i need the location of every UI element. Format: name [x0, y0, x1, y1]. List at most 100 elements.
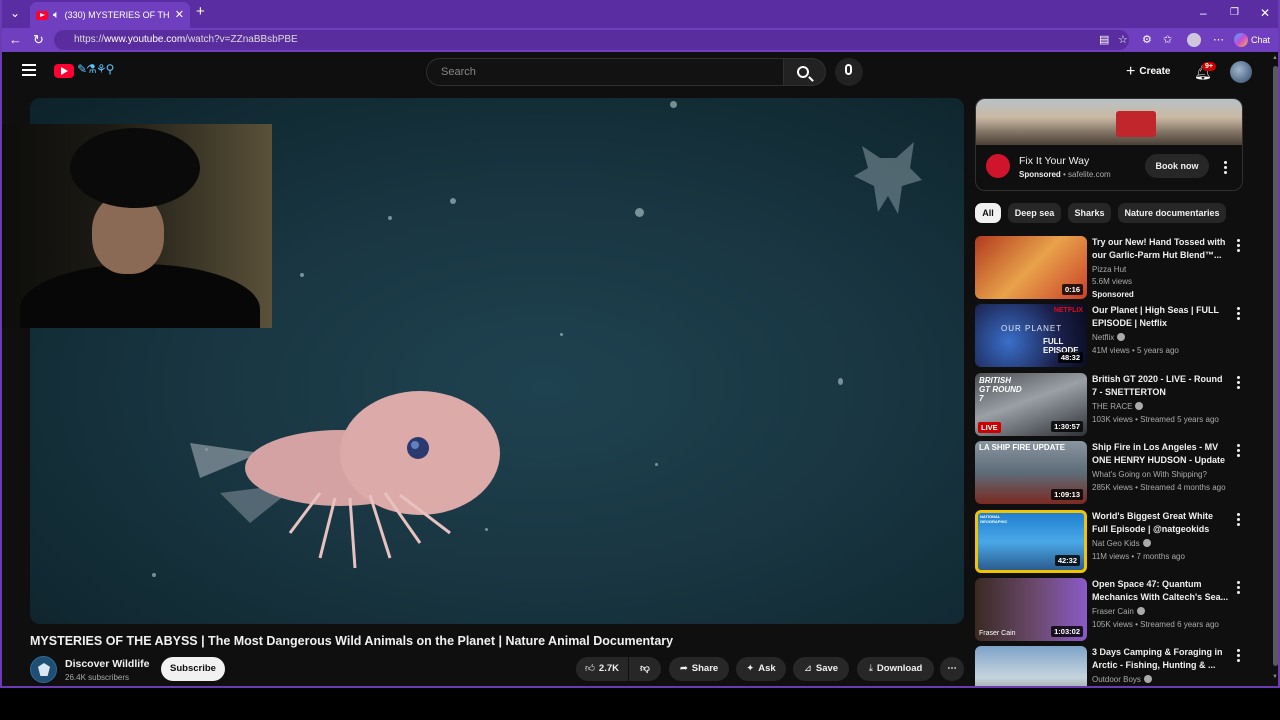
tab-youtube[interactable]: 🔈︎ (330) MYSTERIES OF THE ABYS ✕: [30, 2, 190, 28]
create-label: Create: [1139, 66, 1171, 77]
like-button[interactable]: 👍︎ 2.7K: [576, 657, 628, 681]
search-input[interactable]: Search: [426, 58, 784, 86]
recommendation-item[interactable]: NETFLIX OUR PLANET FULL EPISODE 48:32 Ou…: [975, 304, 1247, 368]
recommendation-title[interactable]: Try our New! Hand Tossed with our Garlic…: [1092, 236, 1230, 262]
share-button[interactable]: ➦ Share: [669, 657, 729, 681]
speaker-icon[interactable]: 🔈︎: [53, 9, 60, 21]
chip-deep-sea[interactable]: Deep sea: [1008, 203, 1061, 223]
youtube-favicon-icon: [36, 10, 48, 20]
chip-all[interactable]: All: [975, 203, 1001, 223]
recommendation-channel[interactable]: Netflix: [1092, 333, 1126, 342]
recommendation-thumbnail[interactable]: LA SHIP FIRE UPDATE 1:09:13: [975, 441, 1087, 504]
dislike-button[interactable]: 👎︎: [629, 657, 661, 681]
account-avatar[interactable]: [1230, 61, 1252, 83]
voice-search-button[interactable]: [835, 58, 863, 86]
plus-icon: +: [1126, 63, 1136, 80]
new-tab-icon[interactable]: +: [196, 3, 205, 21]
ad-banner-image[interactable]: [976, 99, 1242, 145]
recommendation-more-icon[interactable]: [1237, 376, 1241, 391]
recommendation-more-icon[interactable]: [1237, 513, 1241, 528]
scrollbar-thumb[interactable]: [1273, 66, 1278, 666]
channel-subscribers: 26.4K subscribers: [65, 673, 130, 682]
recommendation-more-icon[interactable]: [1237, 581, 1241, 596]
recommendation-item[interactable]: NATIONAL GEOGRAPHIC 42:32 World's Bigges…: [975, 510, 1247, 574]
reload-icon[interactable]: ↻: [33, 31, 44, 49]
ad-title[interactable]: Fix It Your Way: [1019, 155, 1089, 167]
reader-view-icon[interactable]: ▤: [1099, 32, 1109, 48]
close-tab-icon[interactable]: ✕: [175, 9, 184, 21]
recommendation-meta: 103K views • Streamed 5 years ago: [1092, 415, 1219, 424]
ask-button[interactable]: ✦ Ask: [736, 657, 786, 681]
recommendation-more-icon[interactable]: [1237, 239, 1241, 254]
recommendation-channel[interactable]: THE RACE: [1092, 402, 1144, 411]
recommendation-more-icon[interactable]: [1237, 649, 1241, 664]
recommendation-channel[interactable]: Pizza Hut: [1092, 265, 1126, 274]
collections-icon[interactable]: ✩: [1163, 32, 1172, 48]
person-hair: [70, 128, 200, 208]
chip-sharks[interactable]: Sharks: [1068, 203, 1111, 223]
recommendation-title[interactable]: 3 Days Camping & Foraging in Arctic - Fi…: [1092, 646, 1230, 672]
url-path: /watch?v=ZZnaBBsbPBE: [185, 34, 298, 45]
recommendation-title[interactable]: British GT 2020 - LIVE - Round 7 - SNETT…: [1092, 373, 1230, 399]
download-button[interactable]: ⤓ Download: [857, 657, 934, 681]
close-window-icon[interactable]: ✕: [1260, 4, 1270, 22]
extensions-icon[interactable]: ⚙: [1142, 32, 1152, 48]
restore-icon[interactable]: ❐: [1230, 4, 1239, 22]
recommendation-thumbnail[interactable]: 0:16: [975, 236, 1087, 299]
channel-avatar[interactable]: [30, 656, 57, 683]
page-scrollbar[interactable]: ▲ ▼: [1270, 52, 1278, 686]
recommendation-thumbnail[interactable]: [975, 646, 1087, 686]
youtube-logo-icon[interactable]: [54, 64, 74, 78]
recommendation-more-icon[interactable]: [1237, 444, 1241, 459]
scroll-up-arrow-icon[interactable]: ▲: [1272, 55, 1278, 61]
tab-menu-chevron-icon[interactable]: ⌄: [10, 4, 20, 22]
recommendation-thumbnail[interactable]: BRITISH GT ROUND 7 LIVE 1:30:57: [975, 373, 1087, 436]
channel-name[interactable]: Discover Wildlife: [65, 658, 150, 670]
scroll-down-arrow-icon[interactable]: ▼: [1272, 674, 1278, 680]
recommendation-meta: 41M views • 5 years ago: [1092, 346, 1179, 355]
recommendation-item[interactable]: BRITISH GT ROUND 7 LIVE 1:30:57 British …: [975, 373, 1247, 437]
ad-more-icon[interactable]: [1224, 161, 1228, 176]
particle: [300, 273, 304, 277]
recommendation-item[interactable]: Fraser Cain 1:03:02 Open Space 47: Quant…: [975, 578, 1247, 642]
create-button[interactable]: + Create: [1118, 58, 1182, 86]
channel-name-text: Outdoor Boys: [1092, 675, 1141, 684]
url-field[interactable]: https://www.youtube.com/watch?v=ZZnaBBsb…: [54, 30, 1129, 50]
search-button[interactable]: [784, 58, 826, 86]
recommendation-channel[interactable]: Fraser Cain: [1092, 607, 1145, 616]
recommendation-item[interactable]: 3 Days Camping & Foraging in Arctic - Fi…: [975, 646, 1247, 686]
recommendation-item[interactable]: LA SHIP FIRE UPDATE 1:09:13 Ship Fire in…: [975, 441, 1247, 505]
recommendation-title[interactable]: Ship Fire in Los Angeles - MV ONE HENRY …: [1092, 441, 1230, 467]
profile-avatar-icon[interactable]: [1187, 33, 1201, 47]
ad-book-now-button[interactable]: Book now: [1145, 154, 1209, 178]
tab-strip: ⌄ 🔈︎ (330) MYSTERIES OF THE ABYS ✕ + – ❐…: [2, 0, 1278, 28]
ad-sponsored-label: Sponsored: [1019, 170, 1061, 179]
recommendation-channel[interactable]: Outdoor Boys: [1092, 675, 1152, 684]
minimize-icon[interactable]: –: [1200, 4, 1207, 22]
more-menu-icon[interactable]: ⋯: [1213, 32, 1224, 48]
channel-name-text: Netflix: [1092, 333, 1115, 342]
chat-button[interactable]: Chat: [1234, 31, 1270, 49]
menu-hamburger-icon[interactable]: [22, 64, 36, 79]
particle: [838, 378, 843, 385]
recommendation-title[interactable]: Our Planet | High Seas | FULL EPISODE | …: [1092, 304, 1230, 330]
ad-sponsor-line: Sponsored • safelite.com: [1019, 170, 1111, 179]
recommendation-item[interactable]: 0:16 Try our New! Hand Tossed with our G…: [975, 236, 1247, 300]
save-button[interactable]: ⊿ Save: [793, 657, 849, 681]
recommendation-title[interactable]: World's Biggest Great White Full Episode…: [1092, 510, 1230, 536]
recommendation-more-icon[interactable]: [1237, 307, 1241, 322]
back-icon[interactable]: ←: [9, 31, 22, 49]
sponsored-ad-card[interactable]: Fix It Your Way Sponsored • safelite.com…: [975, 98, 1243, 191]
recommendation-thumbnail[interactable]: NETFLIX OUR PLANET FULL EPISODE 48:32: [975, 304, 1087, 367]
favorite-star-icon[interactable]: ☆: [1118, 32, 1128, 48]
subscribe-button[interactable]: Subscribe: [161, 657, 225, 681]
chip-nature-documentaries[interactable]: Nature documentaries: [1118, 203, 1226, 223]
logo-doodle-icon[interactable]: ✎⚗⚘⚲: [77, 62, 114, 76]
recommendation-channel[interactable]: Nat Geo Kids: [1092, 539, 1151, 548]
more-actions-button[interactable]: ⋯: [940, 657, 964, 681]
recommendation-thumbnail[interactable]: NATIONAL GEOGRAPHIC 42:32: [975, 510, 1087, 573]
recommendation-title[interactable]: Open Space 47: Quantum Mechanics With Ca…: [1092, 578, 1230, 604]
recommendation-thumbnail[interactable]: Fraser Cain 1:03:02: [975, 578, 1087, 641]
recommendation-channel[interactable]: What's Going on With Shipping?: [1092, 470, 1207, 479]
verified-icon: [1117, 333, 1126, 341]
